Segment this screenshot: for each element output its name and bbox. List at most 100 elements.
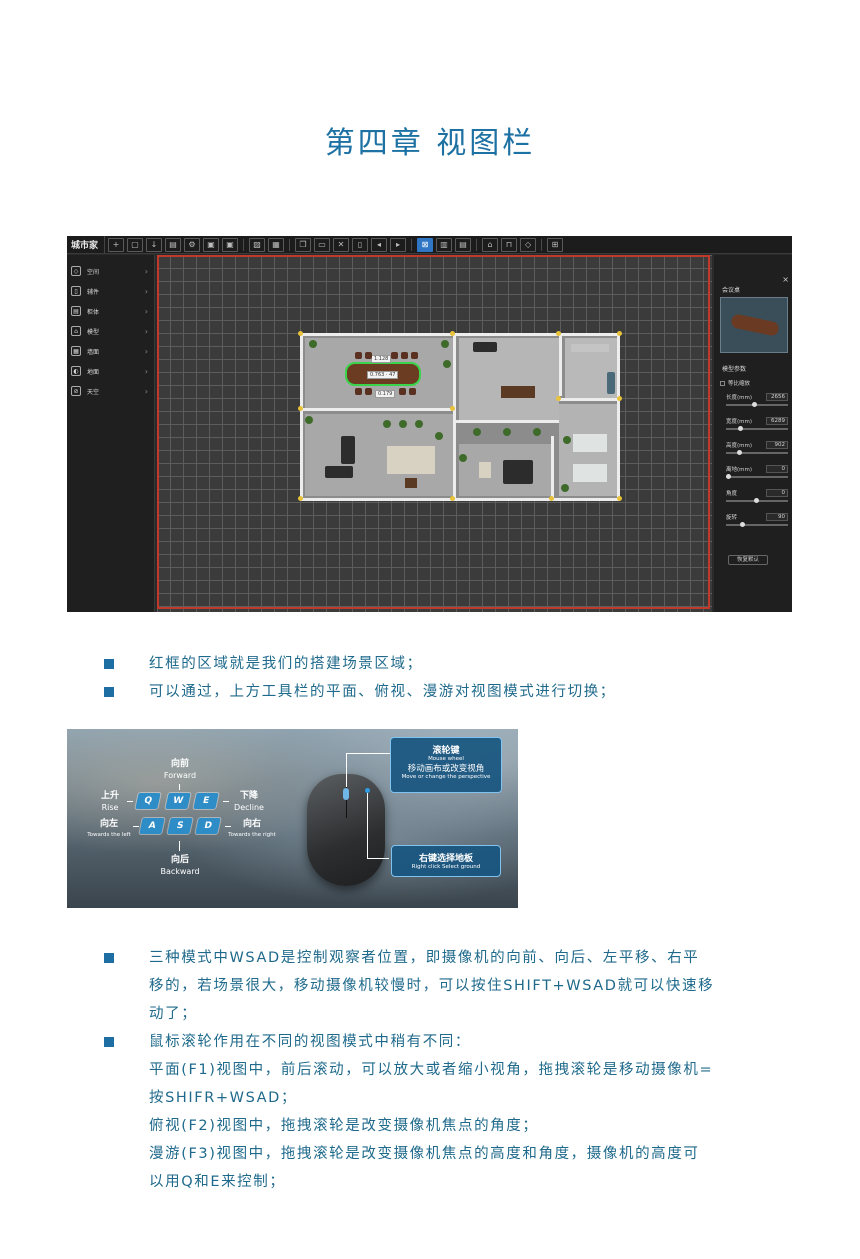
chair[interactable] <box>401 352 408 359</box>
settings-icon[interactable]: ⚙ <box>184 237 201 252</box>
chair[interactable] <box>365 388 372 395</box>
param-slider[interactable] <box>726 402 788 407</box>
plant[interactable] <box>503 428 511 436</box>
param-value-input[interactable]: 90 <box>766 513 788 521</box>
close-icon[interactable]: × <box>782 275 789 284</box>
plant[interactable] <box>415 420 423 428</box>
folder-icon[interactable]: ▤ <box>165 237 182 252</box>
param-slider[interactable] <box>726 450 788 455</box>
slider-knob[interactable] <box>739 522 745 527</box>
left-menu-item-wall[interactable]: ▦ 墙面 › <box>67 341 154 361</box>
office-desk[interactable] <box>501 386 535 398</box>
key-q[interactable]: Q <box>135 793 161 809</box>
plant[interactable] <box>473 428 481 436</box>
plan-view-icon[interactable]: ⊠ <box>417 237 434 252</box>
eraser-icon[interactable]: ◇ <box>520 237 537 252</box>
param-value-input[interactable]: 0 <box>766 489 788 497</box>
left-menu-item-accessory[interactable]: ▯ 辅件 › <box>67 281 154 301</box>
slider-knob[interactable] <box>753 498 759 503</box>
wall-node[interactable] <box>450 406 455 411</box>
param-value-input[interactable]: 2656 <box>766 393 788 401</box>
wall-node[interactable] <box>617 496 622 501</box>
copy-icon[interactable]: ❐ <box>295 237 312 252</box>
slider-knob[interactable] <box>726 474 731 479</box>
lock-icon[interactable]: ⊓ <box>501 237 518 252</box>
wall-node[interactable] <box>556 331 561 336</box>
chair[interactable] <box>365 352 372 359</box>
key-d[interactable]: D <box>195 818 221 834</box>
param-slider[interactable] <box>726 426 788 431</box>
plant[interactable] <box>459 454 467 462</box>
slider-knob[interactable] <box>738 426 744 431</box>
wall-node[interactable] <box>617 396 622 401</box>
proportional-checkbox[interactable]: 等比缩放 <box>720 379 750 387</box>
floor-plan[interactable]: 1.128 0.763 · 47 0.179 <box>298 331 622 501</box>
reception-desk[interactable] <box>325 466 353 478</box>
param-slider[interactable] <box>726 474 788 479</box>
wall-node[interactable] <box>298 496 303 501</box>
export-icon[interactable]: ▸ <box>390 237 407 252</box>
shelf[interactable] <box>571 344 609 352</box>
download-icon[interactable]: ↓ <box>146 237 163 252</box>
plant[interactable] <box>533 428 541 436</box>
plant[interactable] <box>443 360 451 368</box>
reset-default-button[interactable]: 恢复默认 <box>728 555 768 565</box>
save-icon[interactable]: ▣ <box>203 237 220 252</box>
plus-icon[interactable]: + <box>108 237 125 252</box>
plant[interactable] <box>441 340 449 348</box>
slider-knob[interactable] <box>752 402 758 407</box>
image-icon[interactable]: ▨ <box>249 237 266 252</box>
import-icon[interactable]: ◂ <box>371 237 388 252</box>
wall-node[interactable] <box>450 496 455 501</box>
wall-node[interactable] <box>617 331 622 336</box>
left-menu-item-space[interactable]: ◇ 空间 › <box>67 261 154 281</box>
key-w[interactable]: W <box>165 793 191 809</box>
param-value-input[interactable]: 902 <box>766 441 788 449</box>
wall-node[interactable] <box>549 496 554 501</box>
left-menu-item-sky[interactable]: ⊘ 天空 › <box>67 381 154 401</box>
chair[interactable] <box>355 352 362 359</box>
slider-knob[interactable] <box>737 450 743 455</box>
save-as-icon[interactable]: ▣ <box>222 237 239 252</box>
lounge-sofa[interactable] <box>503 460 533 484</box>
workstation[interactable] <box>573 434 607 452</box>
chair[interactable] <box>409 388 416 395</box>
chair[interactable] <box>399 388 406 395</box>
wall-node[interactable] <box>298 331 303 336</box>
close-box-icon[interactable]: ✕ <box>333 237 350 252</box>
plant[interactable] <box>563 436 571 444</box>
workstation[interactable] <box>573 464 607 482</box>
file-icon[interactable]: ▢ <box>127 237 144 252</box>
lounge-table[interactable] <box>479 462 491 478</box>
param-slider[interactable] <box>726 522 788 527</box>
key-s[interactable]: S <box>167 818 193 834</box>
plant[interactable] <box>399 420 407 428</box>
chair[interactable] <box>411 352 418 359</box>
cabinet[interactable] <box>607 372 615 394</box>
sofa-set[interactable] <box>387 446 435 474</box>
param-slider[interactable] <box>726 498 788 503</box>
plant[interactable] <box>435 432 443 440</box>
param-value-input[interactable]: 6289 <box>766 417 788 425</box>
plant[interactable] <box>305 416 313 424</box>
wall-node[interactable] <box>450 331 455 336</box>
left-menu-item-model[interactable]: ⌂ 模型 › <box>67 321 154 341</box>
camera-icon[interactable]: ⌂ <box>482 237 499 252</box>
chair[interactable] <box>391 352 398 359</box>
left-menu-item-cabinet[interactable]: ▤ 柜体 › <box>67 301 154 321</box>
param-value-input[interactable]: 0 <box>766 465 788 473</box>
paste-icon[interactable]: ▭ <box>314 237 331 252</box>
grid-icon[interactable]: ⊞ <box>547 237 564 252</box>
plant[interactable] <box>383 420 391 428</box>
reception-desk[interactable] <box>341 436 355 464</box>
chart-icon[interactable]: ▥ <box>436 237 453 252</box>
wall-node[interactable] <box>556 396 561 401</box>
key-a[interactable]: A <box>139 818 165 834</box>
left-menu-item-floor[interactable]: ◐ 地面 › <box>67 361 154 381</box>
checkbox-icon[interactable] <box>720 380 725 386</box>
chair[interactable] <box>355 388 362 395</box>
office-sofa[interactable] <box>473 342 497 352</box>
layers-icon[interactable]: ▦ <box>268 237 285 252</box>
side-table[interactable] <box>405 478 417 488</box>
delete-icon[interactable]: ▯ <box>352 237 369 252</box>
